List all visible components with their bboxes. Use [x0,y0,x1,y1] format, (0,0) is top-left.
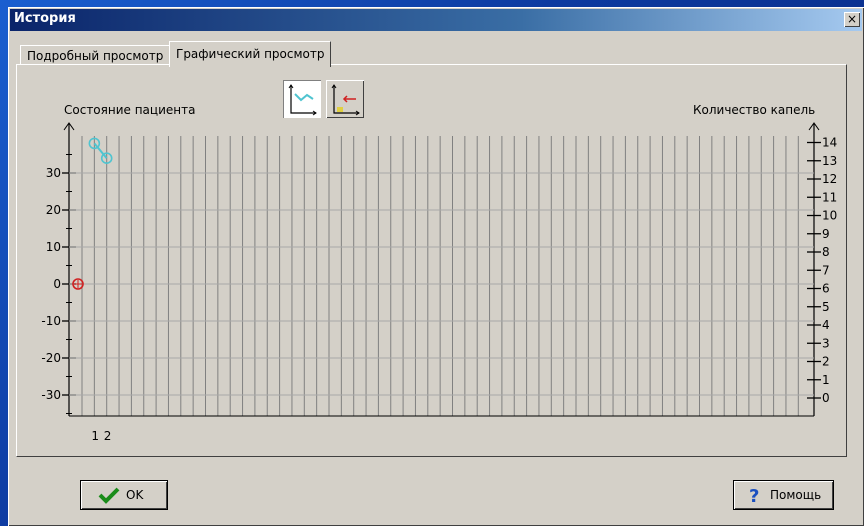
left-tick-label: 30 [46,166,61,180]
left-tick-label: -30 [41,388,61,402]
right-tick-label: 2 [822,355,830,369]
right-tick-label: 0 [822,391,830,405]
help-button-label: Помощь [770,488,822,502]
svg-text:?: ? [749,486,759,505]
left-tick-label: 0 [53,277,61,291]
right-tick-label: 8 [822,245,830,259]
series-line [93,142,108,159]
right-tick-label: 11 [822,190,837,204]
left-tick-label: 20 [46,203,61,217]
right-tick-label: 3 [822,336,830,350]
left-tick-label: 10 [46,240,61,254]
right-tick-label: 6 [822,282,830,296]
right-tick-label: 7 [822,263,830,277]
help-button[interactable]: ? Помощь [734,481,833,509]
history-chart: 3020100-10-20-30141312111098765432101 2 [41,122,837,443]
ok-button[interactable]: OK [81,481,167,509]
right-tick-label: 5 [822,300,830,314]
x-tick-label: 1 [91,429,99,443]
data-point-cross [74,280,82,288]
right-tick-label: 14 [822,136,837,150]
question-mark-icon: ? [749,486,759,505]
ok-button-label: OK [126,488,144,502]
left-tick-label: -10 [41,314,61,328]
checkmark-icon [98,487,120,504]
right-tick-label: 12 [822,172,837,186]
x-tick-label: 2 [104,429,112,443]
right-tick-label: 1 [822,373,830,387]
right-tick-label: 13 [822,154,837,168]
left-tick-label: -20 [41,351,61,365]
tab-graphic-view[interactable]: Графический просмотр [169,41,332,67]
right-tick-label: 10 [822,209,837,223]
right-tick-label: 9 [822,227,830,241]
right-tick-label: 4 [822,318,830,332]
